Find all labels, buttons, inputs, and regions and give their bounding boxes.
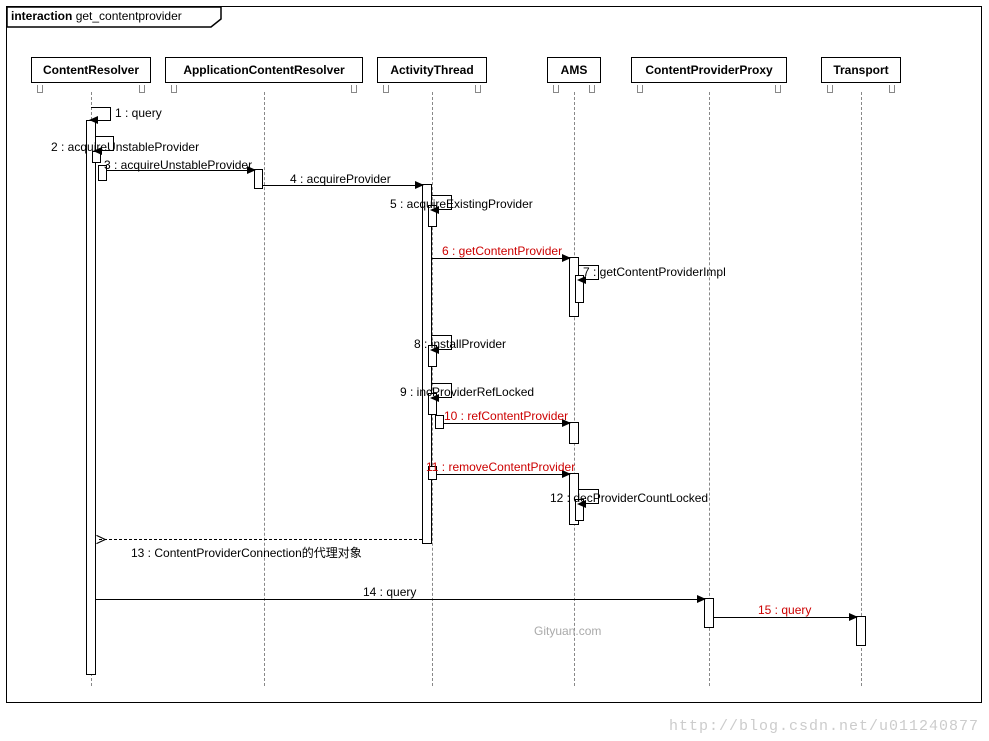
lifeline-cpp <box>709 92 710 686</box>
msg13-line <box>99 539 422 540</box>
msg8-label: 8 : installProvider <box>414 337 506 351</box>
msg15-line <box>714 617 856 618</box>
msg6-line <box>432 258 569 259</box>
msg15-arrow <box>849 613 858 621</box>
frame-name: get_contentprovider <box>76 9 182 23</box>
lifeline-ams <box>574 92 575 686</box>
msg14-line <box>96 599 704 600</box>
msg3-label: 3 : acquireUnstableProvider <box>104 158 252 172</box>
msg15-label: 15 : query <box>758 603 811 617</box>
msg13-arrow <box>96 535 104 543</box>
lifeline-acr <box>264 92 265 686</box>
watermark-text: Gityuan.com <box>534 624 601 638</box>
msg5-label: 5 : acquireExistingProvider <box>390 197 533 211</box>
url-watermark: http://blog.csdn.net/u011240877 <box>669 718 979 735</box>
lifeline-head-acr: ApplicationContentResolver <box>165 57 363 83</box>
msg7-label: 7 : getContentProviderImpl <box>583 265 726 279</box>
diagram-frame: interaction get_contentprovider ContentR… <box>6 6 982 703</box>
lifeline-head-cpp: ContentProviderProxy <box>631 57 787 83</box>
msg12-label: 12 : decProviderCountLocked <box>550 491 708 505</box>
lifeline-tr <box>861 92 862 686</box>
msg1-label: 1 : query <box>115 106 162 120</box>
msg13-label: 13 : ContentProviderConnection的代理对象 <box>131 544 362 561</box>
activation-cr-main <box>86 120 96 675</box>
msg10-line <box>444 423 569 424</box>
activation-at-10 <box>435 415 444 429</box>
msg6-arrow <box>562 254 571 262</box>
lifeline-head-contentresolver: ContentResolver <box>31 57 151 83</box>
msg14-arrow <box>697 595 706 603</box>
msg10-label: 10 : refContentProvider <box>444 409 568 423</box>
msg4-arrow <box>415 181 424 189</box>
msg2-label: 2 : acquireUnstableProvider <box>51 140 199 154</box>
msg9-label: 9 : incProviderRefLocked <box>400 385 534 399</box>
msg1-arrow <box>89 116 98 124</box>
lifeline-head-activitythread: ActivityThread <box>377 57 487 83</box>
frame-keyword: interaction <box>11 9 72 23</box>
msg14-label: 14 : query <box>363 585 416 599</box>
lifeline-head-ams: AMS <box>547 57 601 83</box>
frame-title: interaction get_contentprovider <box>11 9 182 23</box>
msg1-line <box>96 120 111 121</box>
lifeline-head-transport: Transport <box>821 57 901 83</box>
msg6-label: 6 : getContentProvider <box>442 244 562 258</box>
msg11-line <box>437 474 569 475</box>
msg4-label: 4 : acquireProvider <box>290 172 391 186</box>
msg11-label: 11 : removeContentProvider <box>426 460 575 474</box>
